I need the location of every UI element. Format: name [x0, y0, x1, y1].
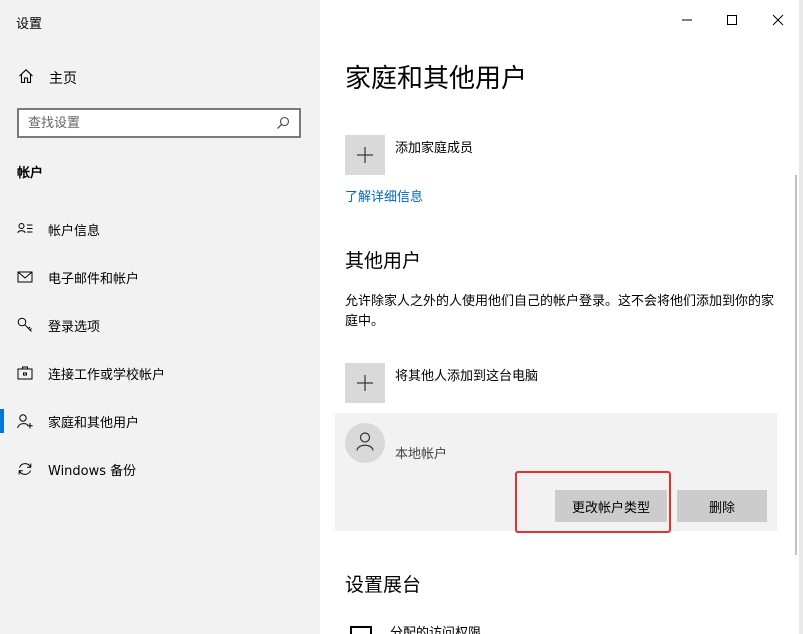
sync-icon: [17, 461, 33, 477]
sidebar-item-label: 登录选项: [48, 319, 101, 335]
account-name: 本地帐户: [395, 447, 448, 462]
sidebar-item-windows-backup[interactable]: Windows 备份: [0, 449, 320, 489]
other-users-description: 允许除家人之外的人使用他们自己的帐户登录。这不会将他们添加到你的家庭中。: [345, 294, 775, 329]
sidebar-item-label: 连接工作或学校帐户: [48, 367, 166, 383]
add-other-user-button[interactable]: 将其他人添加到这台电脑: [345, 363, 538, 403]
other-users-heading: 其他用户: [345, 250, 422, 272]
kiosk-item-label: 分配的访问权限: [390, 626, 482, 634]
sidebar-item-family-users[interactable]: 家庭和其他用户: [0, 401, 320, 441]
sidebar: 设置 主页 帐户 帐户信息 电子邮件和帐户 登录选项 连接工作: [0, 0, 320, 634]
active-indicator: [0, 409, 4, 433]
add-family-member-button[interactable]: 添加家庭成员: [345, 135, 473, 175]
nav-home[interactable]: 主页: [18, 66, 77, 90]
maximize-button[interactable]: [720, 8, 744, 32]
plus-icon: [345, 363, 385, 403]
close-icon: [772, 11, 784, 30]
briefcase-icon: [17, 365, 33, 381]
avatar: [345, 423, 385, 463]
maximize-icon: [726, 11, 738, 30]
add-other-label: 将其他人添加到这台电脑: [395, 369, 539, 384]
sidebar-item-account-info[interactable]: 帐户信息: [0, 209, 320, 249]
home-icon: [18, 68, 34, 88]
minimize-icon: [681, 11, 693, 30]
app-title: 设置: [16, 17, 43, 32]
sidebar-item-sign-in-options[interactable]: 登录选项: [0, 305, 320, 345]
person-icon: [355, 431, 375, 455]
page-title: 家庭和其他用户: [345, 64, 528, 94]
add-family-label: 添加家庭成员: [395, 141, 474, 156]
section-label: 帐户: [17, 166, 44, 181]
change-account-type-button[interactable]: 更改帐户类型: [555, 490, 667, 522]
plus-icon: [345, 135, 385, 175]
kiosk-icon: [350, 626, 372, 634]
assigned-access-item[interactable]: 分配的访问权限: [350, 624, 550, 634]
sidebar-item-label: 帐户信息: [48, 223, 101, 239]
mail-icon: [17, 269, 33, 285]
sidebar-item-email[interactable]: 电子邮件和帐户: [0, 257, 320, 297]
sidebar-item-work-school[interactable]: 连接工作或学校帐户: [0, 353, 320, 393]
add-person-icon: [17, 413, 33, 429]
account-info-icon: [17, 221, 33, 237]
delete-account-button[interactable]: 删除: [677, 490, 767, 522]
sidebar-item-label: Windows 备份: [48, 463, 137, 479]
home-label: 主页: [49, 71, 77, 87]
sidebar-item-label: 电子邮件和帐户: [48, 271, 140, 287]
close-button[interactable]: [766, 8, 790, 32]
key-icon: [17, 317, 33, 333]
kiosk-heading: 设置展台: [345, 574, 422, 596]
scrollbar[interactable]: [795, 175, 797, 555]
sidebar-item-label: 家庭和其他用户: [48, 415, 140, 431]
search-box[interactable]: [17, 108, 301, 138]
search-icon[interactable]: [273, 116, 293, 130]
window-edge: [799, 0, 803, 634]
learn-more-link[interactable]: 了解详细信息: [345, 186, 423, 205]
minimize-button[interactable]: [675, 8, 699, 32]
search-input[interactable]: [19, 114, 273, 132]
